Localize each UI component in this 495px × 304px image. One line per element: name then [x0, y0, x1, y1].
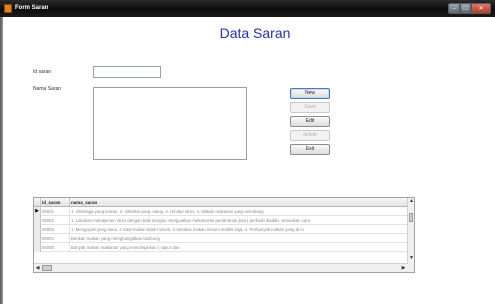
cell-nama-saran[interactable]: Banyak makan makanan yang mendinginkan (…	[70, 243, 408, 252]
save-button[interactable]: Save	[290, 102, 330, 113]
table-row[interactable]: ▶ 00001 1. Olahraga yang teratur, 2. Ist…	[34, 207, 408, 216]
window-title: Form Saran	[15, 5, 49, 11]
cell-nama-saran[interactable]: 1. Olahraga yang teratur, 2. Istirahat y…	[70, 207, 408, 216]
title-bar[interactable]: Form Saran – □ ✕	[0, 0, 495, 17]
nama-saran-textarea[interactable]	[93, 87, 247, 160]
new-button[interactable]: New	[290, 88, 330, 99]
maximize-button[interactable]: □	[460, 3, 471, 14]
scroll-up-arrow-icon[interactable]: ▲	[408, 198, 414, 205]
minimize-button[interactable]: –	[448, 3, 460, 14]
vertical-scroll-thumb[interactable]	[409, 213, 413, 222]
horizontal-scrollbar[interactable]: ◀ ▶	[34, 263, 408, 272]
edit-button[interactable]: Edit	[290, 116, 330, 127]
scroll-right-arrow-icon[interactable]: ▶	[400, 264, 407, 272]
cell-nama-saran[interactable]: Berikan makan yang menghangatkan lambung	[70, 234, 408, 243]
table-row[interactable]: 00005 Banyak makan makanan yang mendingi…	[34, 243, 408, 252]
row-header	[34, 243, 41, 252]
column-header-id-saran[interactable]: id_saran	[41, 198, 70, 207]
cell-id-saran[interactable]: 00005	[41, 243, 70, 252]
cell-id-saran[interactable]: 00002	[41, 216, 70, 225]
window-frame-left	[0, 17, 3, 304]
horizontal-scroll-thumb[interactable]	[42, 265, 52, 271]
cell-id-saran[interactable]: 00004	[41, 234, 70, 243]
row-header	[34, 234, 41, 243]
id-saran-input[interactable]	[93, 66, 161, 78]
cell-nama-saran[interactable]: 1. Menguyah yang lama, 2.Saat makan tida…	[70, 225, 408, 234]
row-header	[34, 225, 41, 234]
scroll-left-arrow-icon[interactable]: ◀	[34, 264, 41, 272]
saran-data-grid[interactable]: id_saran nama_saran ▶ 00001 1. Olahraga …	[33, 197, 415, 273]
id-saran-label: Id saran	[33, 69, 52, 75]
cell-id-saran[interactable]: 00001	[41, 207, 70, 216]
grid-header: id_saran nama_saran	[34, 198, 408, 207]
scroll-down-arrow-icon[interactable]: ▼	[408, 255, 414, 262]
table-row[interactable]: 00004 Berikan makan yang menghangatkan l…	[34, 234, 408, 243]
form-title: Data Saran	[219, 25, 291, 41]
column-header-nama-saran[interactable]: nama_saran	[70, 198, 408, 207]
grid-corner	[34, 198, 41, 207]
cell-nama-saran[interactable]: 1. Lakukan manajemen stres dengan baik d…	[70, 216, 408, 225]
cell-id-saran[interactable]: 00003	[41, 225, 70, 234]
form-saran-window: Form Saran – □ ✕ Data Saran Id saran Nam…	[0, 0, 495, 304]
delete-button[interactable]: delete	[290, 130, 330, 141]
row-header	[34, 216, 41, 225]
table-row[interactable]: 00002 1. Lakukan manajemen stres dengan …	[34, 216, 408, 225]
window-controls: – □ ✕	[448, 3, 491, 14]
nama-saran-label: Nama Saran	[33, 86, 62, 92]
exit-button[interactable]: Exit	[290, 144, 330, 155]
app-icon	[4, 4, 12, 13]
current-row-indicator: ▶	[34, 207, 41, 216]
close-button[interactable]: ✕	[471, 3, 491, 14]
table-row[interactable]: 00003 1. Menguyah yang lama, 2.Saat maka…	[34, 225, 408, 234]
vertical-scrollbar[interactable]: ▲ ▼	[407, 198, 414, 272]
